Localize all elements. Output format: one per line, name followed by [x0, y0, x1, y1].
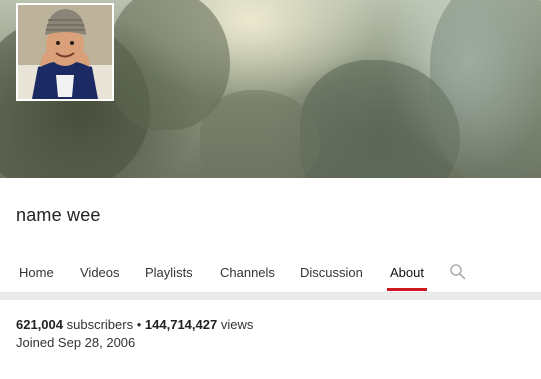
subscriber-count: 621,004 — [16, 317, 63, 332]
tab-channels[interactable]: Channels — [220, 258, 275, 292]
channel-name: name wee — [16, 205, 101, 225]
about-stats-panel: 621,004 subscribers • 144,714,427 views … — [0, 300, 541, 379]
subscribers-label: subscribers — [66, 317, 134, 332]
joined-date: Joined Sep 28, 2006 — [16, 335, 136, 350]
tab-about[interactable]: About — [387, 258, 427, 292]
channel-banner — [0, 0, 541, 178]
search-icon[interactable] — [449, 263, 467, 281]
tab-discussion[interactable]: Discussion — [300, 258, 363, 292]
channel-stats: 621,004 subscribers • 144,714,427 views — [16, 317, 253, 332]
channel-header: name wee Home Videos Playlists Channels … — [0, 178, 541, 293]
tab-playlists[interactable]: Playlists — [145, 258, 193, 292]
views-label: views — [220, 317, 254, 332]
channel-avatar[interactable] — [16, 3, 114, 101]
avatar-image — [18, 5, 112, 99]
stats-separator: • — [136, 317, 142, 332]
tab-home[interactable]: Home — [19, 258, 54, 292]
view-count: 144,714,427 — [144, 317, 218, 332]
tab-videos[interactable]: Videos — [80, 258, 120, 292]
